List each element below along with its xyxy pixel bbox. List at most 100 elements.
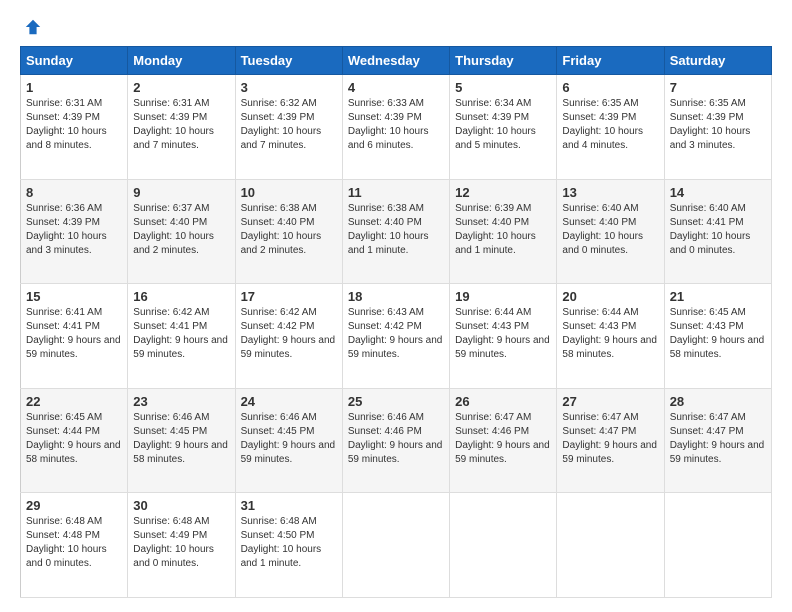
day-info: Sunrise: 6:46 AM Sunset: 4:45 PM Dayligh…: [241, 411, 337, 467]
sunset-label: Sunset: 4:39 PM: [348, 112, 422, 123]
day-info: Sunrise: 6:31 AM Sunset: 4:39 PM Dayligh…: [133, 97, 229, 153]
day-number: 8: [26, 185, 122, 200]
day-number: 2: [133, 80, 229, 95]
day-number: 21: [670, 289, 766, 304]
sunset-label: Sunset: 4:39 PM: [670, 112, 744, 123]
sunrise-label: Sunrise: 6:45 AM: [670, 307, 746, 318]
daylight-label: Daylight: 9 hours and 59 minutes.: [241, 440, 336, 465]
calendar-cell: 15 Sunrise: 6:41 AM Sunset: 4:41 PM Dayl…: [21, 284, 128, 389]
weekday-friday: Friday: [557, 47, 664, 75]
day-info: Sunrise: 6:36 AM Sunset: 4:39 PM Dayligh…: [26, 202, 122, 258]
day-info: Sunrise: 6:44 AM Sunset: 4:43 PM Dayligh…: [562, 306, 658, 362]
calendar-cell: 28 Sunrise: 6:47 AM Sunset: 4:47 PM Dayl…: [664, 388, 771, 493]
calendar-week-5: 29 Sunrise: 6:48 AM Sunset: 4:48 PM Dayl…: [21, 493, 772, 598]
day-number: 15: [26, 289, 122, 304]
calendar-cell: 16 Sunrise: 6:42 AM Sunset: 4:41 PM Dayl…: [128, 284, 235, 389]
daylight-label: Daylight: 10 hours and 8 minutes.: [26, 126, 107, 151]
sunset-label: Sunset: 4:43 PM: [670, 321, 744, 332]
day-info: Sunrise: 6:46 AM Sunset: 4:46 PM Dayligh…: [348, 411, 444, 467]
calendar-cell: 30 Sunrise: 6:48 AM Sunset: 4:49 PM Dayl…: [128, 493, 235, 598]
day-number: 10: [241, 185, 337, 200]
daylight-label: Daylight: 9 hours and 59 minutes.: [348, 440, 443, 465]
sunrise-label: Sunrise: 6:34 AM: [455, 98, 531, 109]
page: SundayMondayTuesdayWednesdayThursdayFrid…: [0, 0, 792, 612]
sunset-label: Sunset: 4:47 PM: [562, 426, 636, 437]
calendar-cell: 10 Sunrise: 6:38 AM Sunset: 4:40 PM Dayl…: [235, 179, 342, 284]
calendar-cell: 24 Sunrise: 6:46 AM Sunset: 4:45 PM Dayl…: [235, 388, 342, 493]
calendar-cell: 4 Sunrise: 6:33 AM Sunset: 4:39 PM Dayli…: [342, 75, 449, 180]
logo-icon: [24, 18, 42, 36]
sunset-label: Sunset: 4:44 PM: [26, 426, 100, 437]
calendar-cell: 20 Sunrise: 6:44 AM Sunset: 4:43 PM Dayl…: [557, 284, 664, 389]
sunrise-label: Sunrise: 6:31 AM: [133, 98, 209, 109]
day-info: Sunrise: 6:47 AM Sunset: 4:46 PM Dayligh…: [455, 411, 551, 467]
day-info: Sunrise: 6:45 AM Sunset: 4:44 PM Dayligh…: [26, 411, 122, 467]
sunrise-label: Sunrise: 6:36 AM: [26, 203, 102, 214]
calendar-week-4: 22 Sunrise: 6:45 AM Sunset: 4:44 PM Dayl…: [21, 388, 772, 493]
sunset-label: Sunset: 4:43 PM: [562, 321, 636, 332]
calendar-cell: 11 Sunrise: 6:38 AM Sunset: 4:40 PM Dayl…: [342, 179, 449, 284]
sunset-label: Sunset: 4:45 PM: [133, 426, 207, 437]
calendar-cell: 19 Sunrise: 6:44 AM Sunset: 4:43 PM Dayl…: [450, 284, 557, 389]
daylight-label: Daylight: 9 hours and 59 minutes.: [562, 440, 657, 465]
day-number: 6: [562, 80, 658, 95]
day-number: 28: [670, 394, 766, 409]
day-number: 14: [670, 185, 766, 200]
daylight-label: Daylight: 10 hours and 2 minutes.: [241, 231, 322, 256]
calendar-week-3: 15 Sunrise: 6:41 AM Sunset: 4:41 PM Dayl…: [21, 284, 772, 389]
day-number: 12: [455, 185, 551, 200]
weekday-monday: Monday: [128, 47, 235, 75]
calendar-cell: 22 Sunrise: 6:45 AM Sunset: 4:44 PM Dayl…: [21, 388, 128, 493]
sunset-label: Sunset: 4:40 PM: [241, 217, 315, 228]
day-info: Sunrise: 6:38 AM Sunset: 4:40 PM Dayligh…: [241, 202, 337, 258]
sunrise-label: Sunrise: 6:35 AM: [670, 98, 746, 109]
daylight-label: Daylight: 9 hours and 59 minutes.: [455, 335, 550, 360]
daylight-label: Daylight: 10 hours and 6 minutes.: [348, 126, 429, 151]
daylight-label: Daylight: 10 hours and 3 minutes.: [26, 231, 107, 256]
sunset-label: Sunset: 4:48 PM: [26, 530, 100, 541]
daylight-label: Daylight: 9 hours and 59 minutes.: [455, 440, 550, 465]
sunrise-label: Sunrise: 6:47 AM: [455, 412, 531, 423]
day-info: Sunrise: 6:35 AM Sunset: 4:39 PM Dayligh…: [670, 97, 766, 153]
weekday-wednesday: Wednesday: [342, 47, 449, 75]
weekday-tuesday: Tuesday: [235, 47, 342, 75]
sunrise-label: Sunrise: 6:46 AM: [133, 412, 209, 423]
day-info: Sunrise: 6:47 AM Sunset: 4:47 PM Dayligh…: [670, 411, 766, 467]
sunrise-label: Sunrise: 6:31 AM: [26, 98, 102, 109]
sunrise-label: Sunrise: 6:38 AM: [241, 203, 317, 214]
calendar-week-1: 1 Sunrise: 6:31 AM Sunset: 4:39 PM Dayli…: [21, 75, 772, 180]
day-number: 29: [26, 498, 122, 513]
day-number: 26: [455, 394, 551, 409]
daylight-label: Daylight: 10 hours and 0 minutes.: [670, 231, 751, 256]
day-number: 24: [241, 394, 337, 409]
calendar-cell: 23 Sunrise: 6:46 AM Sunset: 4:45 PM Dayl…: [128, 388, 235, 493]
sunset-label: Sunset: 4:41 PM: [670, 217, 744, 228]
calendar-cell: 9 Sunrise: 6:37 AM Sunset: 4:40 PM Dayli…: [128, 179, 235, 284]
sunset-label: Sunset: 4:39 PM: [26, 112, 100, 123]
sunrise-label: Sunrise: 6:37 AM: [133, 203, 209, 214]
sunset-label: Sunset: 4:39 PM: [562, 112, 636, 123]
day-info: Sunrise: 6:45 AM Sunset: 4:43 PM Dayligh…: [670, 306, 766, 362]
calendar-table: SundayMondayTuesdayWednesdayThursdayFrid…: [20, 46, 772, 598]
day-info: Sunrise: 6:47 AM Sunset: 4:47 PM Dayligh…: [562, 411, 658, 467]
day-info: Sunrise: 6:39 AM Sunset: 4:40 PM Dayligh…: [455, 202, 551, 258]
daylight-label: Daylight: 9 hours and 59 minutes.: [348, 335, 443, 360]
calendar-cell: 8 Sunrise: 6:36 AM Sunset: 4:39 PM Dayli…: [21, 179, 128, 284]
calendar-cell: 26 Sunrise: 6:47 AM Sunset: 4:46 PM Dayl…: [450, 388, 557, 493]
daylight-label: Daylight: 10 hours and 1 minute.: [455, 231, 536, 256]
sunrise-label: Sunrise: 6:47 AM: [670, 412, 746, 423]
day-info: Sunrise: 6:31 AM Sunset: 4:39 PM Dayligh…: [26, 97, 122, 153]
day-info: Sunrise: 6:46 AM Sunset: 4:45 PM Dayligh…: [133, 411, 229, 467]
sunrise-label: Sunrise: 6:39 AM: [455, 203, 531, 214]
calendar-week-2: 8 Sunrise: 6:36 AM Sunset: 4:39 PM Dayli…: [21, 179, 772, 284]
daylight-label: Daylight: 10 hours and 5 minutes.: [455, 126, 536, 151]
calendar-body: 1 Sunrise: 6:31 AM Sunset: 4:39 PM Dayli…: [21, 75, 772, 598]
sunrise-label: Sunrise: 6:41 AM: [26, 307, 102, 318]
day-number: 20: [562, 289, 658, 304]
day-info: Sunrise: 6:35 AM Sunset: 4:39 PM Dayligh…: [562, 97, 658, 153]
day-number: 19: [455, 289, 551, 304]
calendar-cell: 31 Sunrise: 6:48 AM Sunset: 4:50 PM Dayl…: [235, 493, 342, 598]
day-info: Sunrise: 6:42 AM Sunset: 4:41 PM Dayligh…: [133, 306, 229, 362]
calendar-header: SundayMondayTuesdayWednesdayThursdayFrid…: [21, 47, 772, 75]
daylight-label: Daylight: 10 hours and 0 minutes.: [26, 544, 107, 569]
